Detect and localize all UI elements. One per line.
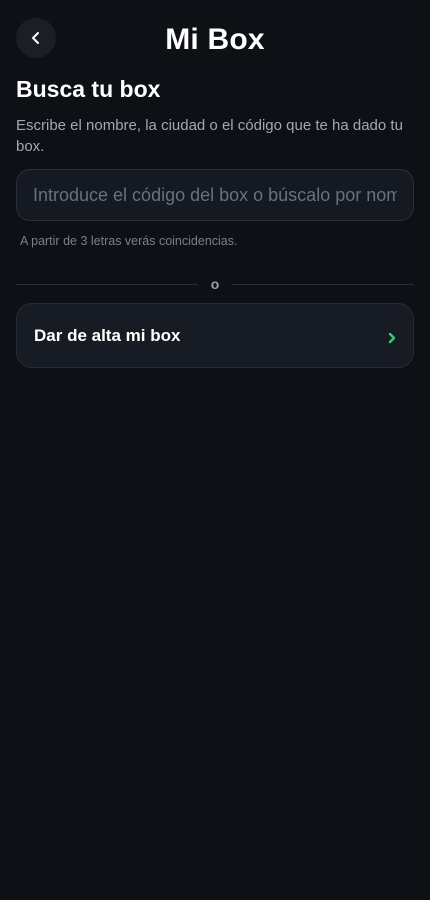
divider-line-left (16, 283, 198, 285)
search-input[interactable] (16, 169, 414, 221)
or-divider: o (16, 274, 414, 294)
search-description: Escribe el nombre, la ciudad o el código… (16, 117, 403, 155)
chevron-right-icon (387, 331, 397, 345)
page-title: Mi Box (165, 23, 265, 56)
search-section-title: Busca tu box (16, 76, 161, 102)
header: Mi Box (0, 0, 430, 80)
divider-line-right (232, 283, 414, 285)
register-box-label: Dar de alta mi box (34, 326, 181, 345)
register-box-button[interactable]: Dar de alta mi box (16, 303, 414, 368)
mi-box-screen: Mi Box Busca tu box Escribe el nombre, l… (0, 0, 430, 900)
divider-label: o (210, 276, 220, 292)
search-hint: A partir de 3 letras verás coincidencias… (20, 234, 238, 248)
